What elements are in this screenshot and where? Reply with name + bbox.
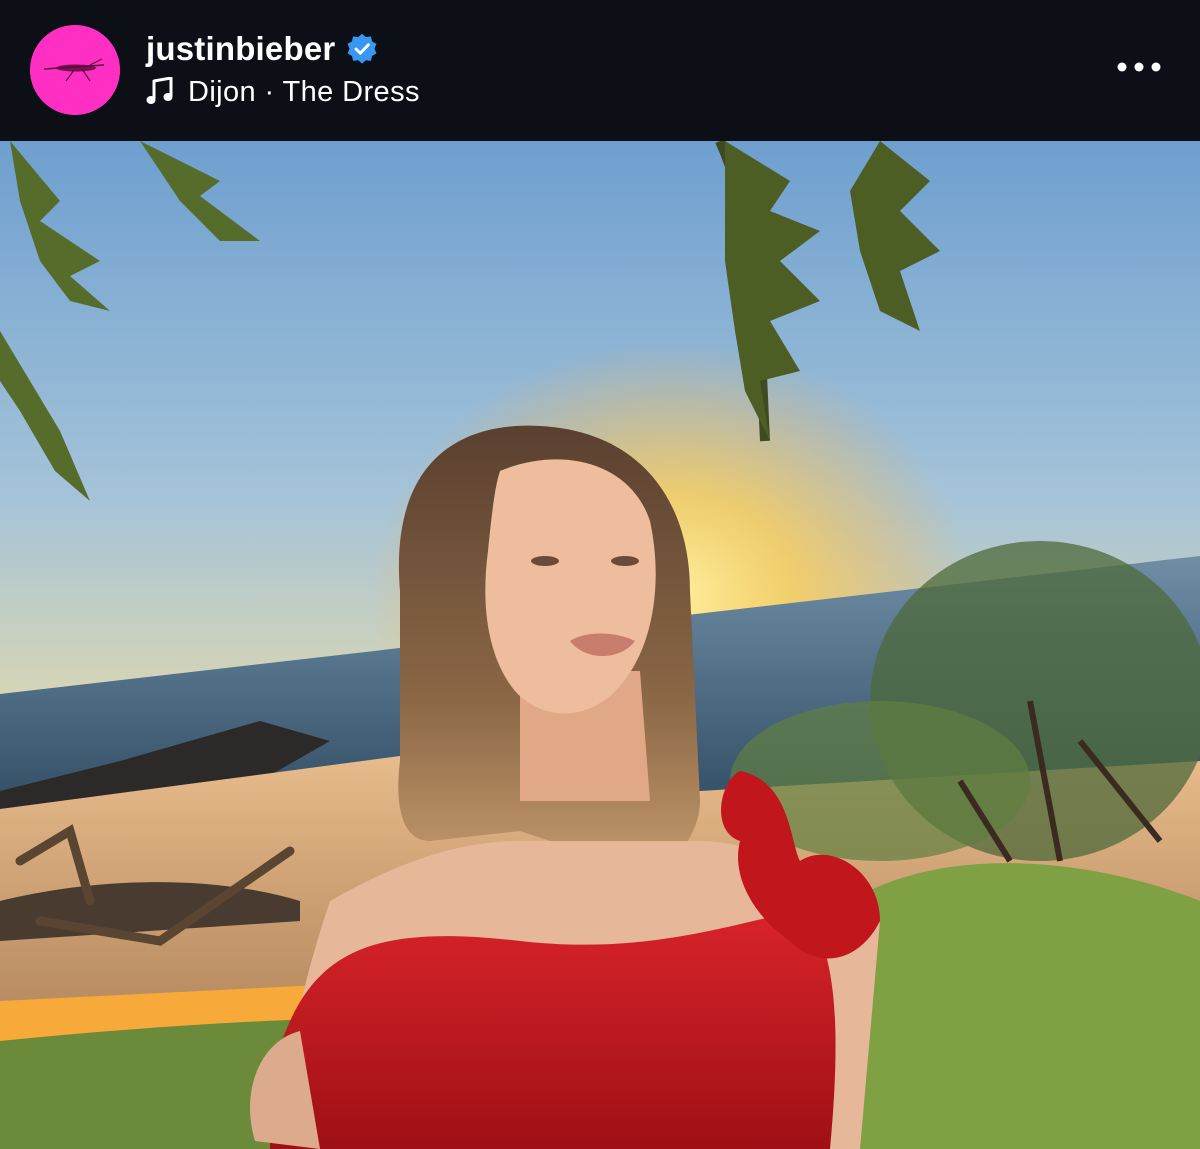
username-row: justinbieber <box>146 28 379 70</box>
verified-badge-icon <box>347 33 377 64</box>
post-photo[interactable] <box>0 141 1200 1149</box>
sunset-portrait-image <box>0 141 1200 1149</box>
audio-track[interactable]: Dijon · The Dress <box>146 73 420 111</box>
music-note-icon <box>146 77 173 104</box>
profile-avatar[interactable] <box>30 25 120 115</box>
more-options-icon[interactable] <box>1114 52 1164 82</box>
insect-avatar-icon <box>30 25 120 115</box>
post-header: justinbieber Dijon · The Dress <box>0 0 1200 141</box>
username[interactable]: justinbieber <box>146 30 335 68</box>
audio-label: Dijon · The Dress <box>188 75 420 108</box>
